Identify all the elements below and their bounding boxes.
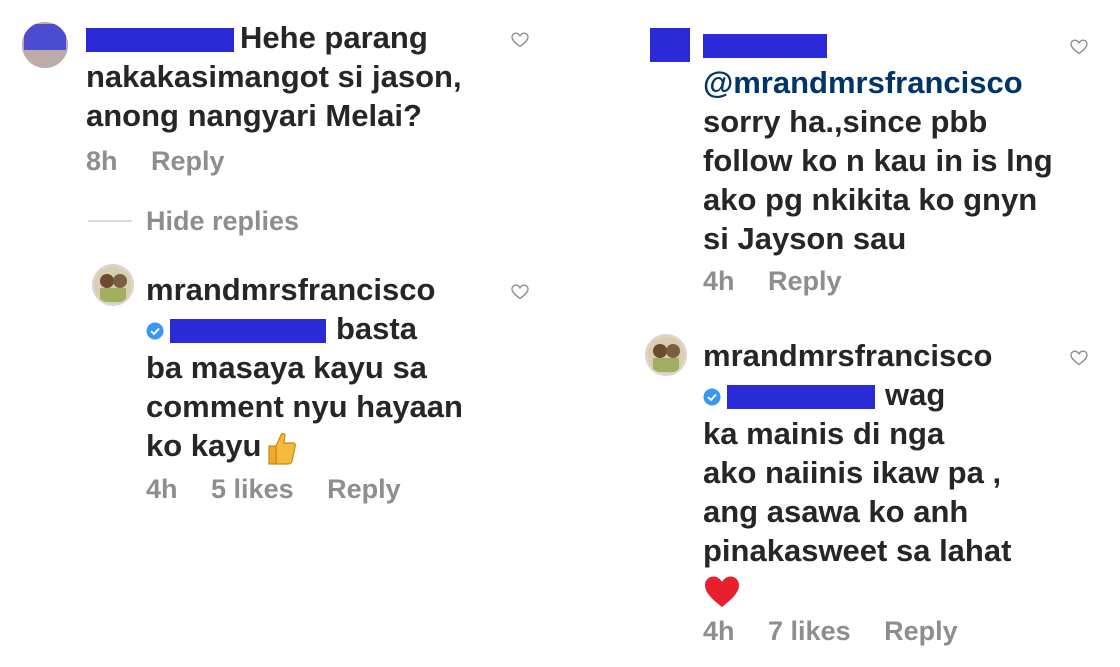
reply-meta: 4h 5 likes Reply <box>146 474 427 505</box>
verified-badge-icon <box>146 322 164 340</box>
reply-link[interactable]: Reply <box>327 474 401 504</box>
reply-meta: 4h 7 likes Reply <box>703 616 984 647</box>
reply-username[interactable]: mrandmrsfrancisco <box>146 272 435 307</box>
reply-link[interactable]: Reply <box>884 616 958 646</box>
redacted-username <box>86 27 234 52</box>
comment-line-2: sorry ha.,since pbb <box>703 104 988 139</box>
reply-like-heart-icon[interactable] <box>1070 350 1088 366</box>
reply-link[interactable]: Reply <box>151 146 225 176</box>
reply-line-3: ako naiinis ikaw pa , <box>703 455 1002 490</box>
comment-body: Hehe parang nakakasimangot si jason, ano… <box>86 18 506 135</box>
reply-line-4: ang asawa ko anh <box>703 494 969 529</box>
reply-likes[interactable]: 5 likes <box>211 474 294 504</box>
reply-time: 4h <box>703 616 735 646</box>
redacted-mention <box>727 384 875 409</box>
mention-link[interactable]: @mrandmrsfrancisco <box>703 65 1023 100</box>
thumbs-up-icon <box>268 432 297 465</box>
comment-time: 4h <box>703 266 735 296</box>
reply-line-1: basta <box>336 311 417 346</box>
comment-line-5: si Jayson sau <box>703 221 907 256</box>
red-heart-icon <box>705 576 739 607</box>
right-comment-panel: @mrandmrsfrancisco sorry ha.,since pbb f… <box>565 0 1120 667</box>
comment-meta: 8h Reply <box>86 146 251 177</box>
reply-link[interactable]: Reply <box>768 266 842 296</box>
reply-avatar[interactable] <box>645 334 687 376</box>
left-comment-panel: Hehe parang nakakasimangot si jason, ano… <box>0 0 555 667</box>
comment-line-1: Hehe parang <box>240 20 428 55</box>
redacted-mention <box>170 318 326 343</box>
reply-line-2: ba masaya kayu sa <box>146 350 427 385</box>
commenter-avatar[interactable] <box>22 22 68 68</box>
comment-meta: 4h Reply <box>703 266 868 297</box>
redacted-username <box>703 33 827 58</box>
reply-line-5: pinakasweet sa lahat <box>703 533 1012 568</box>
verified-badge-icon <box>703 388 721 406</box>
comment-body: @mrandmrsfrancisco sorry ha.,since pbb f… <box>703 24 1103 258</box>
reply-line-1: wag <box>885 377 946 412</box>
reply-like-heart-icon[interactable] <box>511 284 529 300</box>
comment-line-3: follow ko n kau in is lng <box>703 143 1053 178</box>
reply-line-2: ka mainis di nga <box>703 416 945 451</box>
like-heart-icon[interactable] <box>1070 39 1088 55</box>
reply-body: mrandmrsfrancisco wag ka mainis di nga a… <box>703 336 1083 609</box>
reply-body: mrandmrsfrancisco basta ba masaya kayu s… <box>146 270 506 465</box>
comment-line-2: nakakasimangot si jason, <box>86 59 462 94</box>
reply-line-4: ko kayu <box>146 428 262 463</box>
reply-likes[interactable]: 7 likes <box>768 616 851 646</box>
reply-username[interactable]: mrandmrsfrancisco <box>703 338 992 373</box>
replies-divider <box>88 220 132 222</box>
commenter-avatar[interactable] <box>650 28 690 62</box>
hide-replies-button[interactable]: Hide replies <box>146 206 299 237</box>
comment-time: 8h <box>86 146 118 176</box>
reply-time: 4h <box>146 474 178 504</box>
reply-avatar[interactable] <box>92 264 134 306</box>
like-heart-icon[interactable] <box>511 32 529 48</box>
reply-line-3: comment nyu hayaan <box>146 389 463 424</box>
comment-line-3: anong nangyari Melai? <box>86 98 422 133</box>
comment-line-4: ako pg nkikita ko gnyn <box>703 182 1038 217</box>
